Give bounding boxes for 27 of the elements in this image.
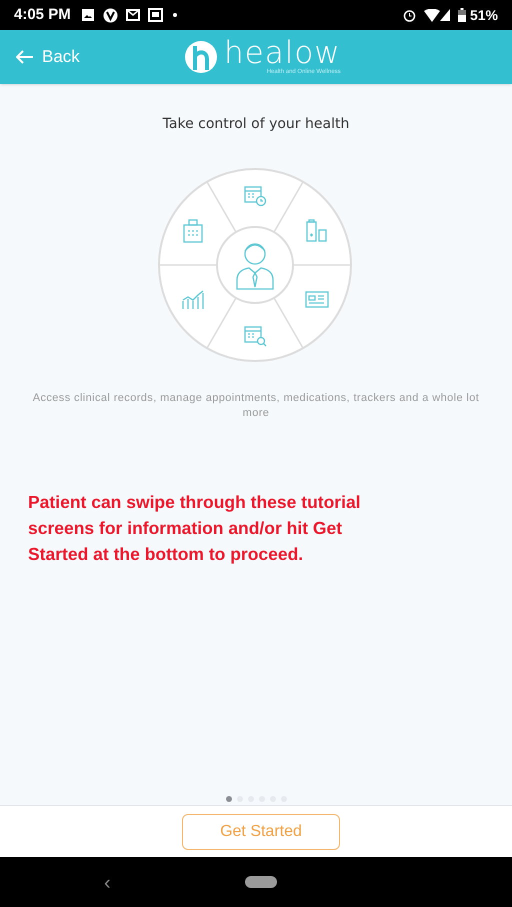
back-arrow-icon (16, 50, 34, 64)
slide-title: Take control of your health (162, 115, 350, 134)
chart-icon (182, 290, 204, 310)
alarm-icon (402, 8, 416, 22)
logo-text: healow (224, 38, 341, 69)
annotation-text: Patient can swipe through these tutorial screens for information and/or hit Get Started at the bottom to proceed. (28, 491, 362, 566)
gallery-icon (148, 8, 163, 22)
slide-description: Access clinical records, manage appointments, medications, trackers and a whole lot more (32, 391, 480, 421)
status-time: 4:05 PM (14, 4, 71, 25)
image-icon (80, 8, 95, 22)
battery-icon (458, 8, 466, 22)
battery-percent: 51% (470, 6, 498, 24)
calendar-search-icon (244, 326, 266, 346)
doctor-icon (236, 243, 274, 290)
id-card-icon (305, 291, 329, 308)
logo-icon (184, 40, 218, 74)
back-button[interactable]: Back (16, 44, 80, 70)
calendar-clock-icon (244, 186, 266, 206)
nav-back-button[interactable]: ‹ (104, 868, 111, 898)
wifi-icon (424, 8, 440, 22)
badge-icon (102, 8, 118, 22)
pharmacy-icon (306, 219, 327, 242)
get-started-button[interactable]: Get Started (182, 814, 340, 850)
mail-icon (126, 9, 140, 21)
signal-icon (440, 9, 450, 21)
home-button[interactable] (245, 876, 277, 888)
hospital-icon (183, 219, 203, 243)
